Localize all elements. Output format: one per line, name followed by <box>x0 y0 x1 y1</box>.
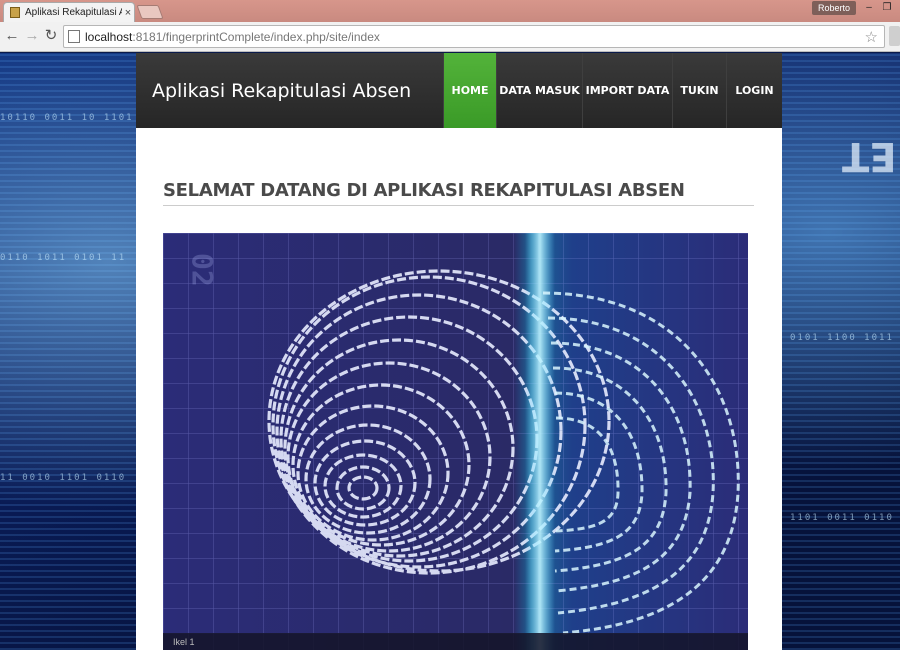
tab-close-icon[interactable]: × <box>122 7 134 19</box>
site-header: Aplikasi Rekapitulasi Absen HOME DATA MA… <box>136 53 782 128</box>
svg-text:02: 02 <box>186 253 219 287</box>
bg-decor: 0101 1100 1011 <box>790 333 894 343</box>
address-bar[interactable]: localhost:8181/fingerprintComplete/index… <box>63 25 885 48</box>
extension-icon[interactable] <box>889 26 900 46</box>
nav-data-masuk[interactable]: DATA MASUK <box>496 53 582 128</box>
minimize-icon[interactable]: – <box>862 2 876 13</box>
nav-login[interactable]: LOGIN <box>726 53 782 128</box>
favicon-icon <box>10 7 20 18</box>
browser-tab[interactable]: Aplikasi Rekapitulasi Absen × <box>3 2 135 22</box>
bg-decor: 0110 1011 0101 11 <box>0 253 127 263</box>
url-host: localhost <box>85 29 133 44</box>
fingerprint-graphic: 02 <box>163 233 748 650</box>
forward-icon[interactable]: → <box>24 28 40 44</box>
bookmark-star-icon[interactable]: ☆ <box>865 28 878 46</box>
nav-import-data[interactable]: IMPORT DATA <box>582 53 672 128</box>
nav-home[interactable]: HOME <box>443 53 496 128</box>
browser-titlebar: Aplikasi Rekapitulasi Absen × Roberto – … <box>0 0 900 22</box>
tab-title: Aplikasi Rekapitulasi Absen <box>25 7 122 18</box>
bg-decor: 11 0010 1101 0110 <box>0 473 127 483</box>
reload-icon[interactable]: ↻ <box>43 28 59 44</box>
bg-glyphs: ET <box>842 133 897 179</box>
bg-decor: 10110 0011 10 1101 00 <box>0 113 156 123</box>
main-nav: HOME DATA MASUK IMPORT DATA TUKIN LOGIN <box>443 53 782 128</box>
url-path: :8181/fingerprintComplete/index.php/site… <box>132 29 380 44</box>
site-brand[interactable]: Aplikasi Rekapitulasi Absen <box>152 80 411 102</box>
hero-caption: Ikel 1 <box>163 633 748 650</box>
hero-image: 02 Ikel 1 <box>163 233 748 650</box>
nav-tukin[interactable]: TUKIN <box>672 53 726 128</box>
profile-name[interactable]: Roberto <box>812 1 857 15</box>
back-icon[interactable]: ← <box>4 28 20 44</box>
bg-decor: 1101 0011 0110 <box>790 513 894 523</box>
new-tab-button[interactable] <box>136 5 164 19</box>
page-icon <box>68 30 80 43</box>
restore-icon[interactable]: ❐ <box>880 2 894 13</box>
browser-toolbar: ← → ↻ localhost:8181/fingerprintComplete… <box>0 22 900 52</box>
page-title: SELAMAT DATANG DI APLIKASI REKAPITULASI … <box>163 180 754 206</box>
main-content: SELAMAT DATANG DI APLIKASI REKAPITULASI … <box>136 128 782 650</box>
